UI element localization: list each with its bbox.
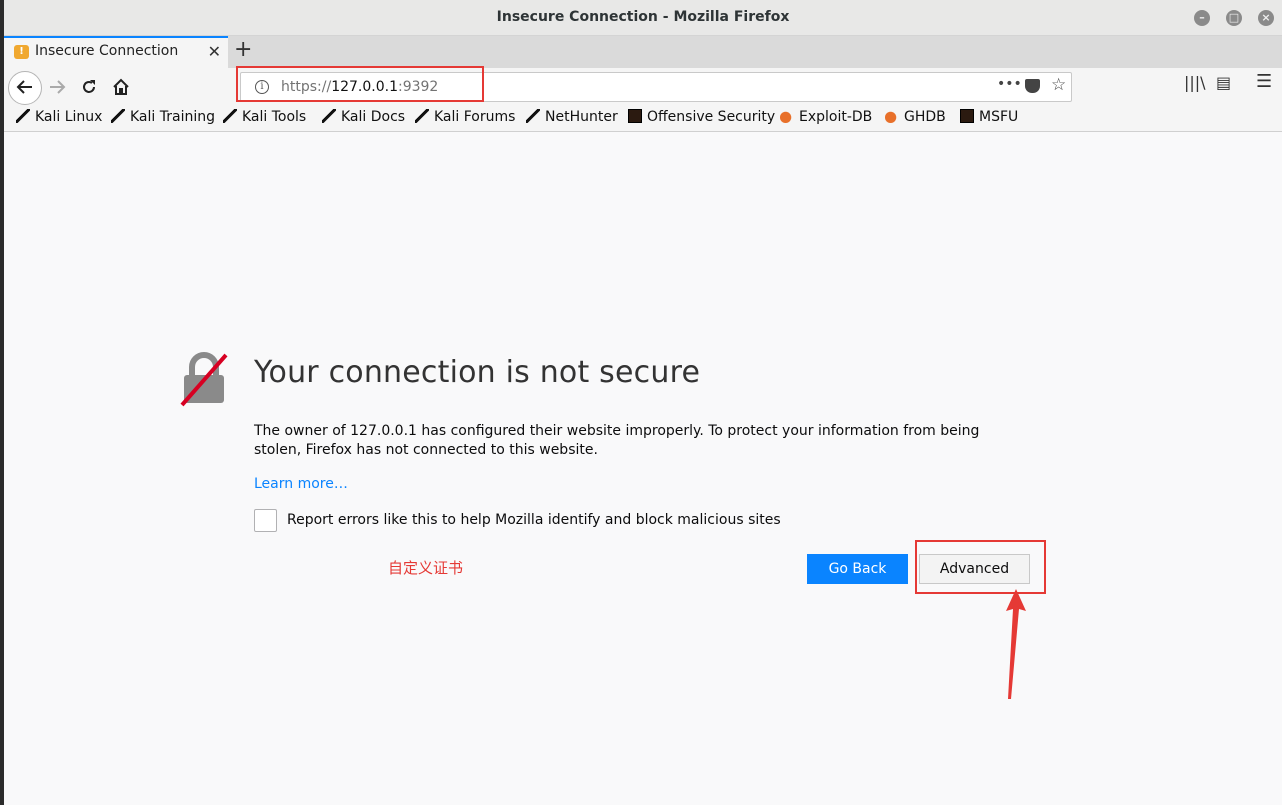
- bookmark-nethunter[interactable]: NetHunter: [526, 109, 618, 125]
- bookmark-kali-docs[interactable]: Kali Docs: [322, 109, 405, 125]
- url-highlight-box: [236, 66, 484, 102]
- bookmark-kali-linux[interactable]: Kali Linux: [16, 109, 102, 125]
- bookmark-kali-tools[interactable]: Kali Tools: [223, 109, 306, 125]
- home-icon: [113, 78, 129, 95]
- warning-favicon-icon: !: [14, 45, 29, 59]
- exploitdb-icon: [885, 109, 899, 123]
- annotation-text: 自定义证书: [388, 559, 464, 577]
- kali-dragon-icon: [415, 109, 429, 123]
- forward-arrow-icon: [50, 80, 66, 94]
- close-window-button[interactable]: ×: [1258, 10, 1274, 26]
- navigation-toolbar: i https://127.0.0.1:9392 ••• ☆ |||\ ▤ ☰: [4, 68, 1282, 106]
- exploitdb-icon: [780, 109, 794, 123]
- page-actions-icon[interactable]: •••: [997, 76, 1022, 92]
- tab-title: Insecure Connection: [35, 43, 179, 59]
- error-page: Your connection is not secure The owner …: [4, 133, 1282, 805]
- bookmarks-toolbar: Kali Linux Kali Training Kali Tools Kali…: [4, 106, 1282, 132]
- annotation-highlight-box: [915, 540, 1046, 594]
- back-button[interactable]: [8, 71, 42, 105]
- bookmark-star-icon[interactable]: ☆: [1051, 75, 1066, 95]
- window-title: Insecure Connection - Mozilla Firefox: [496, 9, 790, 25]
- forward-button[interactable]: [42, 73, 72, 103]
- minimize-button[interactable]: –: [1194, 10, 1210, 26]
- title-bar: Insecure Connection - Mozilla Firefox – …: [4, 0, 1282, 36]
- kali-dragon-icon: [322, 109, 336, 123]
- new-tab-button[interactable]: +: [234, 37, 252, 62]
- broken-lock-icon: [180, 352, 228, 407]
- tab-strip: ! Insecure Connection ✕ +: [4, 36, 1282, 68]
- back-arrow-icon: [16, 80, 32, 94]
- kali-dragon-icon: [111, 109, 125, 123]
- firefox-window: Insecure Connection - Mozilla Firefox – …: [4, 0, 1282, 805]
- maximize-button[interactable]: □: [1226, 10, 1242, 26]
- annotation-arrow-icon: [1006, 589, 1026, 699]
- bookmark-msfu[interactable]: MSFU: [960, 109, 1018, 125]
- report-errors-checkbox[interactable]: [254, 509, 277, 532]
- kali-dragon-icon: [16, 109, 30, 123]
- kali-dragon-icon: [223, 109, 237, 123]
- bookmark-exploit-db[interactable]: Exploit-DB: [780, 109, 872, 125]
- offsec-icon: [960, 109, 974, 123]
- bookmark-kali-training[interactable]: Kali Training: [111, 109, 215, 125]
- reload-icon: [83, 80, 95, 93]
- kali-dragon-icon: [526, 109, 540, 123]
- home-button[interactable]: [106, 73, 136, 103]
- pocket-icon[interactable]: [1025, 79, 1040, 93]
- library-icon[interactable]: |||\: [1184, 73, 1206, 92]
- go-back-button[interactable]: Go Back: [807, 554, 908, 584]
- tab-insecure-connection[interactable]: ! Insecure Connection ✕: [4, 36, 228, 68]
- close-tab-icon[interactable]: ✕: [208, 42, 221, 61]
- offsec-icon: [628, 109, 642, 123]
- bookmark-offensive-security[interactable]: Offensive Security: [628, 109, 775, 125]
- sidebar-icon[interactable]: ▤: [1216, 73, 1231, 92]
- error-headline: Your connection is not secure: [254, 355, 701, 390]
- menu-hamburger-icon[interactable]: ☰: [1256, 71, 1272, 92]
- reload-button[interactable]: [74, 73, 104, 103]
- report-errors-label: Report errors like this to help Mozilla …: [287, 512, 781, 528]
- learn-more-link[interactable]: Learn more…: [254, 476, 348, 492]
- error-description: The owner of 127.0.0.1 has configured th…: [254, 423, 980, 458]
- bookmark-kali-forums[interactable]: Kali Forums: [415, 109, 515, 125]
- bookmark-ghdb[interactable]: GHDB: [885, 109, 946, 125]
